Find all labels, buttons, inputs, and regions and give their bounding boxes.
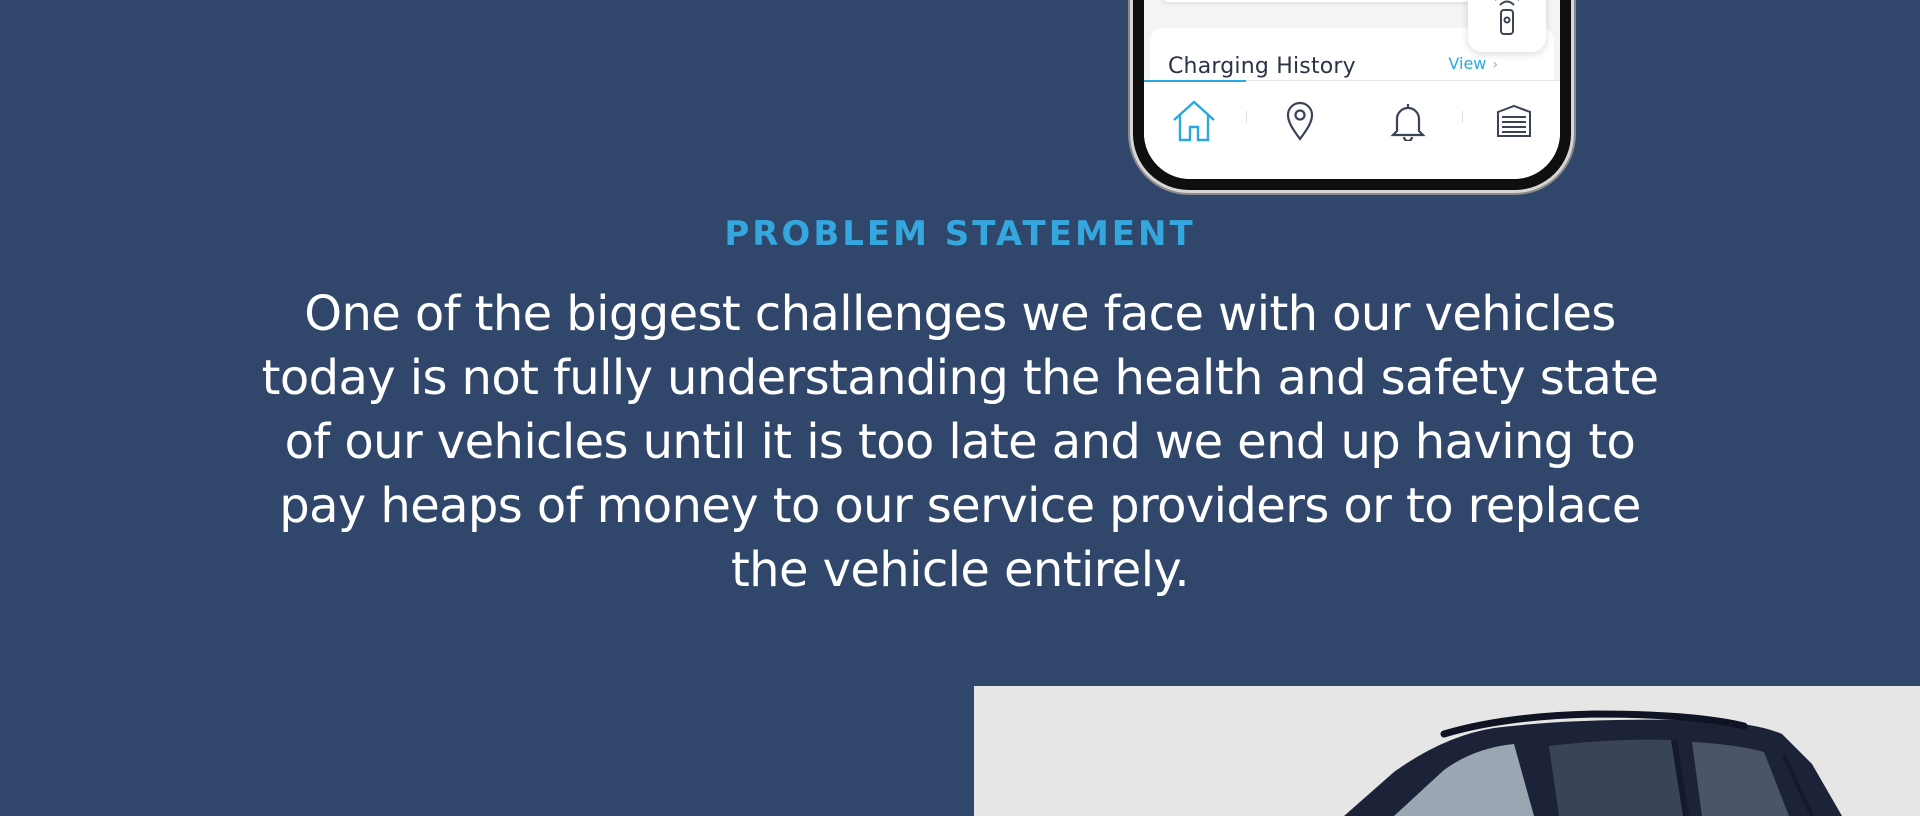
garage-icon — [1497, 104, 1531, 137]
active-tab-indicator — [1144, 80, 1246, 82]
charging-history-title: Charging History — [1168, 54, 1356, 79]
bottom-tab-bar — [1144, 80, 1560, 179]
car-illustration — [1344, 710, 1842, 816]
tab-location[interactable] — [1276, 97, 1324, 145]
section-eyebrow: PROBLEM STATEMENT — [724, 214, 1196, 254]
view-link[interactable]: View › — [1448, 54, 1498, 73]
tab-notifications[interactable] — [1384, 97, 1432, 145]
remote-key-button[interactable] — [1468, 0, 1546, 52]
tab-separator — [1462, 111, 1463, 123]
tab-garage[interactable] — [1490, 97, 1538, 145]
home-icon — [1173, 100, 1215, 142]
view-link-label: View — [1448, 54, 1487, 73]
bell-icon — [1390, 104, 1426, 141]
chevron-right-icon: › — [1492, 57, 1498, 73]
key-fob-icon — [1495, 0, 1519, 35]
location-pin-icon — [1286, 101, 1314, 141]
problem-statement-text: One of the biggest challenges we face wi… — [261, 286, 1659, 598]
phone-screen: Charging History View › — [1144, 0, 1560, 179]
tab-separator — [1246, 111, 1247, 123]
tab-home[interactable] — [1170, 97, 1218, 145]
car-image — [974, 686, 1920, 816]
phone-mockup: Charging History View › — [1133, 0, 1571, 190]
